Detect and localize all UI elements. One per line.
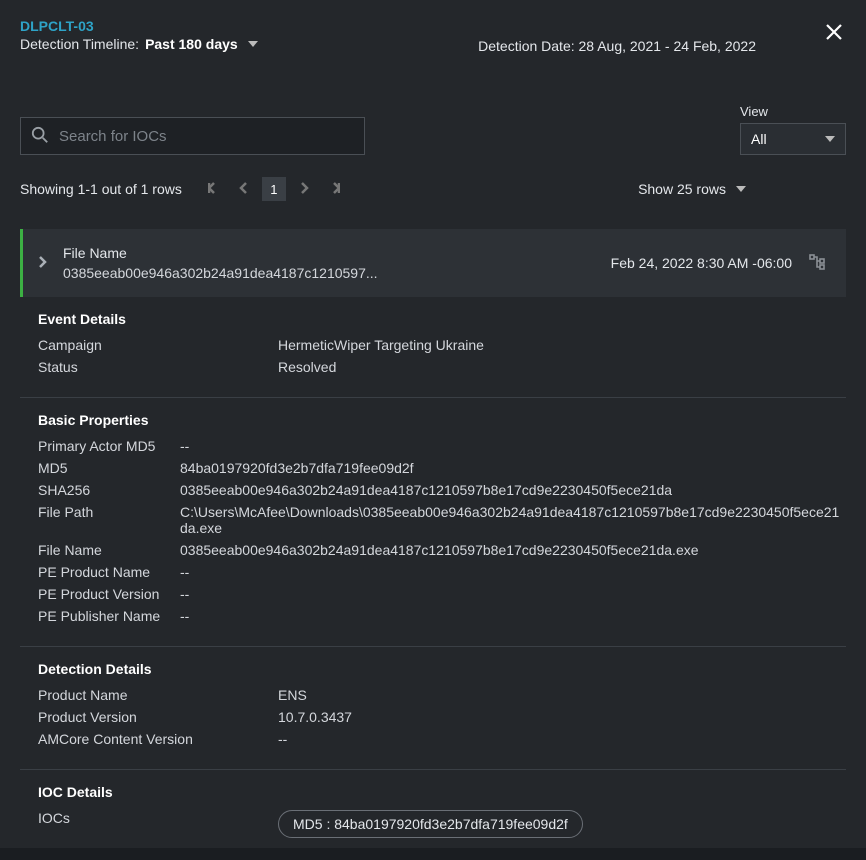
device-link[interactable]: DLPCLT-03 xyxy=(20,18,478,34)
page-last-icon xyxy=(328,181,340,197)
section-basic-properties: Basic Properties Primary Actor MD5-- MD5… xyxy=(20,398,846,647)
timeline-label: Detection Timeline: xyxy=(20,36,139,52)
kv-key: File Path xyxy=(38,504,180,536)
kv-key: Product Name xyxy=(38,687,278,703)
caret-down-icon xyxy=(248,41,258,47)
chevron-right-icon xyxy=(298,181,310,197)
search-row: View All xyxy=(20,104,846,155)
view-group: View All xyxy=(740,104,846,155)
view-selected-value: All xyxy=(751,131,767,147)
section-detection-details: Detection Details Product NameENS Produc… xyxy=(20,647,846,770)
close-button[interactable] xyxy=(824,22,844,45)
section-event-details: Event Details Campaign HermeticWiper Tar… xyxy=(20,297,846,398)
view-label: View xyxy=(740,104,846,119)
ioc-search-box[interactable] xyxy=(20,117,365,155)
event-timestamp: Feb 24, 2022 8:30 AM -06:00 xyxy=(611,255,792,271)
kv-val: -- xyxy=(180,564,846,580)
kv-key: Product Version xyxy=(38,709,278,725)
caret-down-icon xyxy=(825,136,835,142)
kv-val: 84ba0197920fd3e2b7dfa719fee09d2f xyxy=(180,460,846,476)
kv-val: -- xyxy=(180,608,846,624)
kv-row: Primary Actor MD5-- xyxy=(38,438,846,454)
kv-key: PE Publisher Name xyxy=(38,608,180,624)
section-title: Event Details xyxy=(38,311,846,327)
kv-key: Campaign xyxy=(38,337,278,353)
kv-row: PE Product Version-- xyxy=(38,586,846,602)
section-title: Basic Properties xyxy=(38,412,846,428)
event-field-label: File Name xyxy=(63,245,597,261)
kv-val: 0385eeab00e946a302b24a91dea4187c1210597b… xyxy=(180,542,846,558)
page-current: 1 xyxy=(262,177,286,201)
timeline-selector[interactable]: Detection Timeline: Past 180 days xyxy=(20,36,478,52)
kv-row: Status Resolved xyxy=(38,359,846,375)
kv-val: 10.7.0.3437 xyxy=(278,709,846,725)
row-count-label: Showing 1-1 out of 1 rows xyxy=(20,181,182,197)
panel-header: DLPCLT-03 Detection Timeline: Past 180 d… xyxy=(20,18,846,54)
page-next-button[interactable] xyxy=(292,177,316,201)
kv-row: MD584ba0197920fd3e2b7dfa719fee09d2f xyxy=(38,460,846,476)
kv-val: HermeticWiper Targeting Ukraine xyxy=(278,337,846,353)
section-title: IOC Details xyxy=(38,784,846,800)
kv-val: MD5 : 84ba0197920fd3e2b7dfa719fee09d2f xyxy=(278,810,846,838)
kv-val: -- xyxy=(278,731,846,747)
paging-row: Showing 1-1 out of 1 rows 1 Show 25 rows xyxy=(20,177,846,201)
kv-row: File PathC:\Users\McAfee\Downloads\0385e… xyxy=(38,504,846,536)
kv-row: Campaign HermeticWiper Targeting Ukraine xyxy=(38,337,846,353)
event-summary: File Name 0385eeab00e946a302b24a91dea418… xyxy=(63,245,597,281)
section-ioc-details: IOC Details IOCs MD5 : 84ba0197920fd3e2b… xyxy=(20,770,846,860)
kv-row: SHA2560385eeab00e946a302b24a91dea4187c12… xyxy=(38,482,846,498)
header-left: DLPCLT-03 Detection Timeline: Past 180 d… xyxy=(20,18,478,52)
kv-row: File Name0385eeab00e946a302b24a91dea4187… xyxy=(38,542,846,558)
kv-val: -- xyxy=(180,438,846,454)
kv-val: C:\Users\McAfee\Downloads\0385eeab00e946… xyxy=(180,504,846,536)
event-field-value: 0385eeab00e946a302b24a91dea4187c1210597.… xyxy=(63,265,597,281)
chevron-right-icon xyxy=(37,255,49,271)
caret-down-icon xyxy=(736,186,746,192)
expand-toggle[interactable] xyxy=(37,255,49,271)
kv-key: PE Product Version xyxy=(38,586,180,602)
kv-row: Product NameENS xyxy=(38,687,846,703)
close-icon xyxy=(824,29,844,45)
detection-panel: DLPCLT-03 Detection Timeline: Past 180 d… xyxy=(0,0,866,848)
rows-per-page-label: Show 25 rows xyxy=(638,181,726,197)
kv-key: MD5 xyxy=(38,460,180,476)
kv-val: 0385eeab00e946a302b24a91dea4187c1210597b… xyxy=(180,482,846,498)
search-icon xyxy=(31,126,49,147)
kv-key: File Name xyxy=(38,542,180,558)
kv-row: IOCs MD5 : 84ba0197920fd3e2b7dfa719fee09… xyxy=(38,810,846,838)
kv-key: PE Product Name xyxy=(38,564,180,580)
tree-icon xyxy=(809,254,825,273)
rows-per-page-selector[interactable]: Show 25 rows xyxy=(638,181,746,197)
paging-left: Showing 1-1 out of 1 rows 1 xyxy=(20,177,346,201)
kv-key: Primary Actor MD5 xyxy=(38,438,180,454)
kv-row: PE Product Name-- xyxy=(38,564,846,580)
page-prev-button[interactable] xyxy=(232,177,256,201)
kv-key: IOCs xyxy=(38,810,278,838)
kv-row: AMCore Content Version-- xyxy=(38,731,846,747)
kv-key: AMCore Content Version xyxy=(38,731,278,747)
kv-val: Resolved xyxy=(278,359,846,375)
ioc-chip[interactable]: MD5 : 84ba0197920fd3e2b7dfa719fee09d2f xyxy=(278,810,583,838)
event-row: File Name 0385eeab00e946a302b24a91dea418… xyxy=(20,229,846,297)
kv-val: ENS xyxy=(278,687,846,703)
chevron-left-icon xyxy=(238,181,250,197)
timeline-value: Past 180 days xyxy=(145,36,238,52)
detection-date-range: Detection Date: 28 Aug, 2021 - 24 Feb, 2… xyxy=(478,38,756,54)
kv-key: SHA256 xyxy=(38,482,180,498)
kv-row: Product Version10.7.0.3437 xyxy=(38,709,846,725)
kv-val: -- xyxy=(180,586,846,602)
page-first-icon xyxy=(208,181,220,197)
kv-row: PE Publisher Name-- xyxy=(38,608,846,624)
kv-key: Status xyxy=(38,359,278,375)
ioc-search-input[interactable] xyxy=(59,128,354,145)
process-tree-button[interactable] xyxy=(806,254,828,273)
section-title: Detection Details xyxy=(38,661,846,677)
page-last-button[interactable] xyxy=(322,177,346,201)
page-first-button[interactable] xyxy=(202,177,226,201)
view-select[interactable]: All xyxy=(740,123,846,155)
